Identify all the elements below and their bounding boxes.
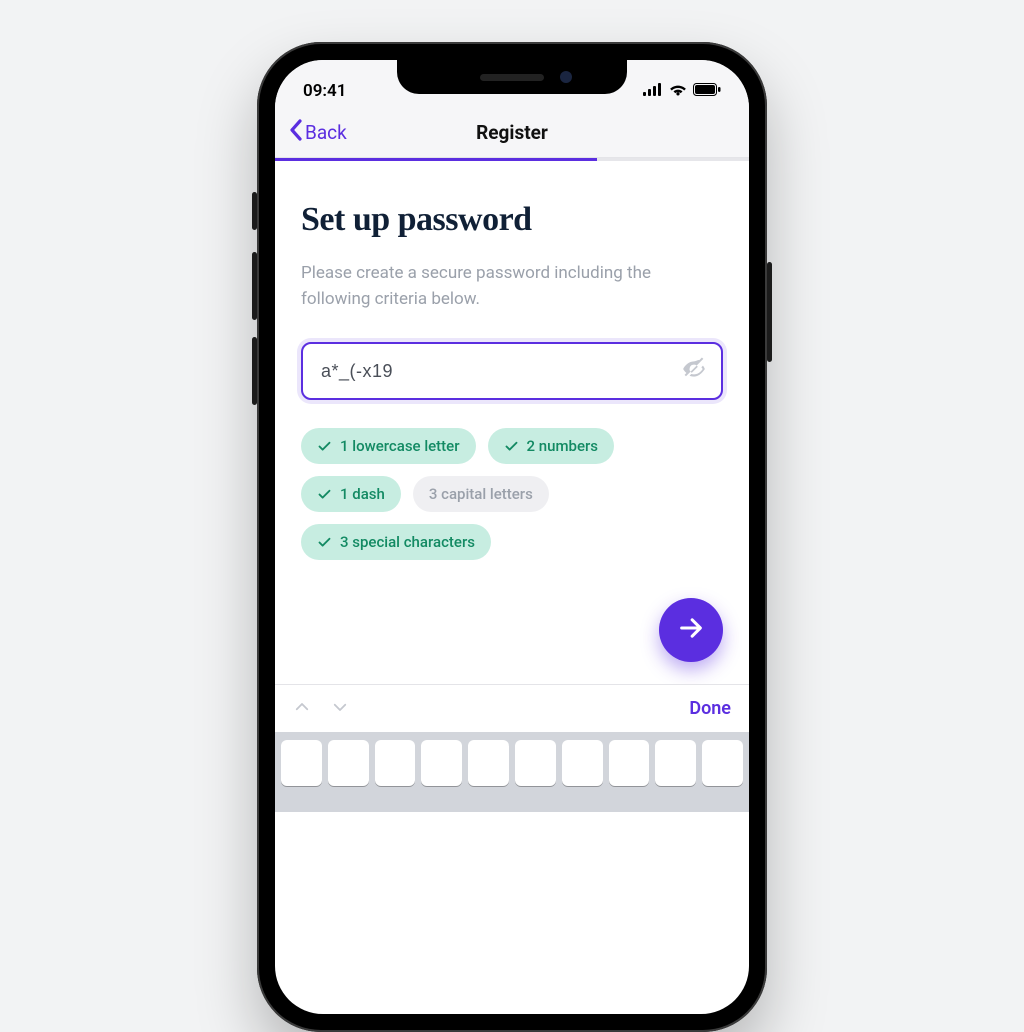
progress-track	[275, 158, 749, 161]
wifi-icon	[669, 81, 687, 101]
eye-off-icon	[681, 367, 707, 386]
password-field-wrap	[301, 342, 723, 400]
nav-bar: Back Register	[275, 108, 749, 158]
keyboard-key[interactable]	[375, 740, 416, 786]
speaker-grille	[480, 74, 544, 81]
volume-down-button	[252, 337, 257, 405]
status-time: 09:41	[303, 81, 346, 101]
password-input[interactable]	[301, 342, 723, 400]
check-icon	[317, 487, 332, 502]
criteria-chip: 2 numbers	[488, 428, 615, 464]
keyboard-key[interactable]	[609, 740, 650, 786]
criteria-chip: 1 dash	[301, 476, 401, 512]
check-icon	[504, 439, 519, 454]
content: Set up password Please create a secure p…	[275, 161, 749, 560]
keyboard-key[interactable]	[421, 740, 462, 786]
back-label: Back	[305, 121, 347, 144]
criteria-label: 3 capital letters	[429, 485, 533, 503]
criteria-label: 1 lowercase letter	[340, 437, 460, 455]
progress-fill	[275, 158, 597, 161]
keyboard-next-button[interactable]	[331, 698, 349, 720]
volume-up-button	[252, 252, 257, 320]
criteria-label: 2 numbers	[527, 437, 599, 455]
criteria-chip: 3 special characters	[301, 524, 491, 560]
back-button[interactable]: Back	[289, 119, 347, 146]
keyboard-key[interactable]	[328, 740, 369, 786]
keyboard-accessory-bar: Done	[275, 684, 749, 732]
mute-switch	[252, 192, 257, 230]
keyboard-key[interactable]	[655, 740, 696, 786]
keyboard-key[interactable]	[468, 740, 509, 786]
battery-icon	[693, 81, 721, 101]
criteria-label: 1 dash	[340, 485, 385, 503]
nav-title: Register	[476, 121, 548, 144]
keyboard-done-button[interactable]: Done	[689, 698, 731, 719]
front-camera	[560, 71, 572, 83]
arrow-right-icon	[677, 614, 705, 646]
check-icon	[317, 535, 332, 550]
keyboard-prev-button[interactable]	[293, 698, 311, 720]
criteria-label: 3 special characters	[340, 533, 475, 551]
cellular-signal-icon	[643, 81, 663, 101]
criteria-list: 1 lowercase letter 2 numbers 1 dash 3 capit…	[301, 428, 723, 560]
phone-frame: 09:41 Back Register	[257, 42, 767, 1032]
page-heading: Set up password	[301, 201, 723, 239]
continue-button[interactable]	[659, 598, 723, 662]
keyboard-key[interactable]	[562, 740, 603, 786]
keyboard-key[interactable]	[281, 740, 322, 786]
keyboard-key[interactable]	[702, 740, 743, 786]
page-subtext: Please create a secure password includin…	[301, 261, 723, 312]
keyboard-key[interactable]	[515, 740, 556, 786]
power-button	[767, 262, 772, 362]
screen: 09:41 Back Register	[275, 60, 749, 1014]
check-icon	[317, 439, 332, 454]
toggle-password-visibility-button[interactable]	[681, 356, 707, 386]
chevron-left-icon	[289, 119, 303, 146]
criteria-chip: 1 lowercase letter	[301, 428, 476, 464]
notch	[397, 60, 627, 94]
keyboard[interactable]	[275, 732, 749, 812]
criteria-chip: 3 capital letters	[413, 476, 549, 512]
